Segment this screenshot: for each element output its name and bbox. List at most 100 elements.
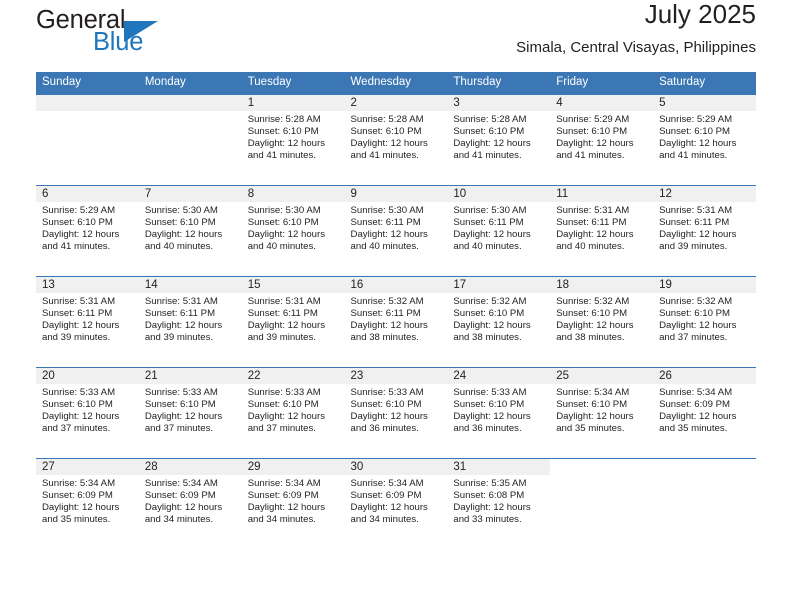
day-cell[interactable]: 15 Sunrise: 5:31 AM Sunset: 6:11 PM Dayligh… (241, 276, 345, 367)
day-cell[interactable]: 25 Sunrise: 5:34 AM Sunset: 6:10 PM Dayligh… (550, 367, 654, 458)
daylight-text-line2: and 41 minutes. (556, 149, 625, 161)
sunset-text: Sunset: 6:11 PM (350, 216, 421, 228)
daylight-text-line2: and 38 minutes. (350, 331, 419, 343)
day-cell[interactable]: 28 Sunrise: 5:34 AM Sunset: 6:09 PM Dayligh… (138, 458, 242, 549)
sunset-text: Sunset: 6:10 PM (453, 398, 525, 410)
day-cell[interactable]: 12 Sunrise: 5:31 AM Sunset: 6:11 PM Dayligh… (653, 185, 756, 276)
day-number (550, 459, 653, 475)
daylight-text-line2: and 37 minutes. (659, 331, 728, 343)
day-cell[interactable]: 13 Sunrise: 5:31 AM Sunset: 6:11 PM Dayligh… (36, 276, 139, 367)
daylight-text-line1: Daylight: 12 hours (42, 319, 120, 331)
sunrise-text: Sunrise: 5:34 AM (659, 386, 733, 398)
sunset-text: Sunset: 6:09 PM (144, 489, 216, 501)
daylight-text-line2: and 40 minutes. (247, 240, 316, 252)
day-cell[interactable]: 22 Sunrise: 5:33 AM Sunset: 6:10 PM Dayligh… (241, 367, 345, 458)
calendar-cell (138, 94, 242, 186)
day-number: 12 (653, 185, 756, 202)
sunset-text: Sunset: 6:10 PM (144, 398, 216, 410)
day-number: 21 (138, 367, 242, 384)
day-details: Sunrise: 5:28 AM Sunset: 6:10 PM Daylight:… (345, 111, 448, 162)
day-cell[interactable]: 23 Sunrise: 5:33 AM Sunset: 6:10 PM Dayligh… (344, 367, 448, 458)
sunrise-text: Sunrise: 5:35 AM (453, 477, 527, 489)
day-details: Sunrise: 5:31 AM Sunset: 6:11 PM Daylight:… (242, 293, 345, 344)
day-number (36, 94, 139, 111)
day-details: Sunrise: 5:35 AM Sunset: 6:08 PM Daylight:… (447, 475, 550, 526)
day-cell[interactable]: 19 Sunrise: 5:32 AM Sunset: 6:10 PM Dayligh… (653, 276, 756, 367)
day-details: Sunrise: 5:33 AM Sunset: 6:10 PM Daylight:… (447, 384, 550, 435)
sunset-text: Sunset: 6:10 PM (247, 125, 319, 137)
day-details: Sunrise: 5:32 AM Sunset: 6:10 PM Daylight:… (653, 293, 756, 344)
daylight-text-line1: Daylight: 12 hours (659, 228, 737, 240)
day-cell[interactable]: 17 Sunrise: 5:32 AM Sunset: 6:10 PM Dayligh… (447, 276, 551, 367)
day-details: Sunrise: 5:34 AM Sunset: 6:09 PM Daylight:… (653, 384, 756, 435)
calendar-cell: 27 Sunrise: 5:34 AM Sunset: 6:09 PM Dayligh… (36, 457, 139, 549)
day-details: Sunrise: 5:29 AM Sunset: 6:10 PM Daylight:… (653, 111, 756, 162)
daylight-text-line1: Daylight: 12 hours (453, 228, 531, 240)
day-cell[interactable]: 3 Sunrise: 5:28 AM Sunset: 6:10 PM Daylight… (447, 94, 551, 185)
day-cell[interactable]: 11 Sunrise: 5:31 AM Sunset: 6:11 PM Dayligh… (550, 185, 654, 276)
day-cell[interactable]: 30 Sunrise: 5:34 AM Sunset: 6:09 PM Dayligh… (344, 458, 448, 549)
daylight-text-line2: and 36 minutes. (350, 422, 419, 434)
calendar-cell (36, 94, 139, 186)
day-number: 25 (550, 367, 654, 384)
calendar-cell: 6 Sunrise: 5:29 AM Sunset: 6:10 PM Daylight… (36, 184, 139, 276)
day-number: 4 (550, 94, 654, 111)
calendar-cell: 10 Sunrise: 5:30 AM Sunset: 6:11 PM Dayligh… (447, 184, 551, 276)
day-cell[interactable]: 14 Sunrise: 5:31 AM Sunset: 6:11 PM Dayligh… (138, 276, 242, 367)
day-cell-empty (653, 459, 756, 549)
day-cell[interactable]: 31 Sunrise: 5:35 AM Sunset: 6:08 PM Dayligh… (447, 458, 551, 549)
day-cell[interactable]: 21 Sunrise: 5:33 AM Sunset: 6:10 PM Dayligh… (138, 367, 242, 458)
weekday-header-monday: Monday (138, 72, 242, 95)
day-cell-empty (550, 459, 653, 549)
day-cell[interactable]: 24 Sunrise: 5:33 AM Sunset: 6:10 PM Dayligh… (447, 367, 551, 458)
day-cell[interactable]: 4 Sunrise: 5:29 AM Sunset: 6:10 PM Daylight… (550, 94, 654, 185)
sunset-text: Sunset: 6:10 PM (659, 307, 730, 319)
day-cell[interactable]: 16 Sunrise: 5:32 AM Sunset: 6:11 PM Dayligh… (344, 276, 448, 367)
day-cell[interactable]: 5 Sunrise: 5:29 AM Sunset: 6:10 PM Daylight… (653, 94, 756, 185)
sunset-text: Sunset: 6:08 PM (453, 489, 525, 501)
day-number: 28 (138, 458, 242, 475)
daylight-text-line1: Daylight: 12 hours (556, 319, 634, 331)
sunrise-text: Sunrise: 5:32 AM (659, 295, 733, 307)
daylight-text-line2: and 35 minutes. (659, 422, 728, 434)
day-number: 1 (241, 94, 345, 111)
day-number: 26 (653, 367, 756, 384)
calendar-page: General Blue July 2025 Simala, Central V… (0, 0, 792, 612)
calendar-week-row: 13 Sunrise: 5:31 AM Sunset: 6:11 PM Dayligh… (36, 275, 756, 367)
day-cell[interactable]: 26 Sunrise: 5:34 AM Sunset: 6:09 PM Dayligh… (653, 367, 756, 458)
day-cell[interactable]: 1 Sunrise: 5:28 AM Sunset: 6:10 PM Daylight… (241, 94, 345, 185)
daylight-text-line1: Daylight: 12 hours (144, 410, 223, 422)
daylight-text-line1: Daylight: 12 hours (556, 228, 634, 240)
title-block: July 2025 Simala, Central Visayas, Phili… (516, 0, 756, 56)
sunset-text: Sunset: 6:11 PM (350, 307, 421, 319)
daylight-text-line1: Daylight: 12 hours (659, 319, 737, 331)
sunset-text: Sunset: 6:11 PM (556, 216, 627, 228)
sunset-text: Sunset: 6:10 PM (350, 398, 422, 410)
daylight-text-line2: and 33 minutes. (453, 513, 522, 525)
day-cell[interactable]: 18 Sunrise: 5:32 AM Sunset: 6:10 PM Dayligh… (550, 276, 654, 367)
weekday-header-tuesday: Tuesday (241, 72, 345, 95)
day-cell[interactable]: 9 Sunrise: 5:30 AM Sunset: 6:11 PM Daylight… (344, 185, 448, 276)
day-cell[interactable]: 6 Sunrise: 5:29 AM Sunset: 6:10 PM Daylight… (36, 185, 139, 276)
day-number: 27 (36, 458, 139, 475)
day-cell[interactable]: 10 Sunrise: 5:30 AM Sunset: 6:11 PM Dayligh… (447, 185, 551, 276)
day-number: 10 (447, 185, 551, 202)
sunset-text: Sunset: 6:10 PM (659, 125, 730, 137)
daylight-text-line2: and 41 minutes. (659, 149, 728, 161)
day-cell[interactable]: 20 Sunrise: 5:33 AM Sunset: 6:10 PM Dayligh… (36, 367, 139, 458)
day-details: Sunrise: 5:31 AM Sunset: 6:11 PM Daylight:… (36, 293, 139, 344)
weekday-header-sunday: Sunday (36, 72, 139, 95)
daylight-text-line2: and 35 minutes. (556, 422, 625, 434)
daylight-text-line1: Daylight: 12 hours (350, 410, 428, 422)
day-cell[interactable]: 29 Sunrise: 5:34 AM Sunset: 6:09 PM Dayligh… (241, 458, 345, 549)
brand-logo[interactable]: General Blue (36, 7, 266, 64)
day-cell[interactable]: 8 Sunrise: 5:30 AM Sunset: 6:10 PM Daylight… (241, 185, 345, 276)
calendar-cell: 19 Sunrise: 5:32 AM Sunset: 6:10 PM Dayligh… (653, 275, 756, 367)
day-details: Sunrise: 5:30 AM Sunset: 6:11 PM Daylight:… (345, 202, 448, 253)
day-cell[interactable]: 2 Sunrise: 5:28 AM Sunset: 6:10 PM Daylight… (344, 94, 448, 185)
day-cell[interactable]: 27 Sunrise: 5:34 AM Sunset: 6:09 PM Dayligh… (36, 458, 139, 549)
calendar-week-row: 6 Sunrise: 5:29 AM Sunset: 6:10 PM Daylight… (36, 184, 756, 276)
day-cell[interactable]: 7 Sunrise: 5:30 AM Sunset: 6:10 PM Daylight… (138, 185, 242, 276)
calendar-header-row: Sunday Monday Tuesday Wednesday Thursday… (36, 72, 756, 95)
daylight-text-line1: Daylight: 12 hours (350, 228, 428, 240)
